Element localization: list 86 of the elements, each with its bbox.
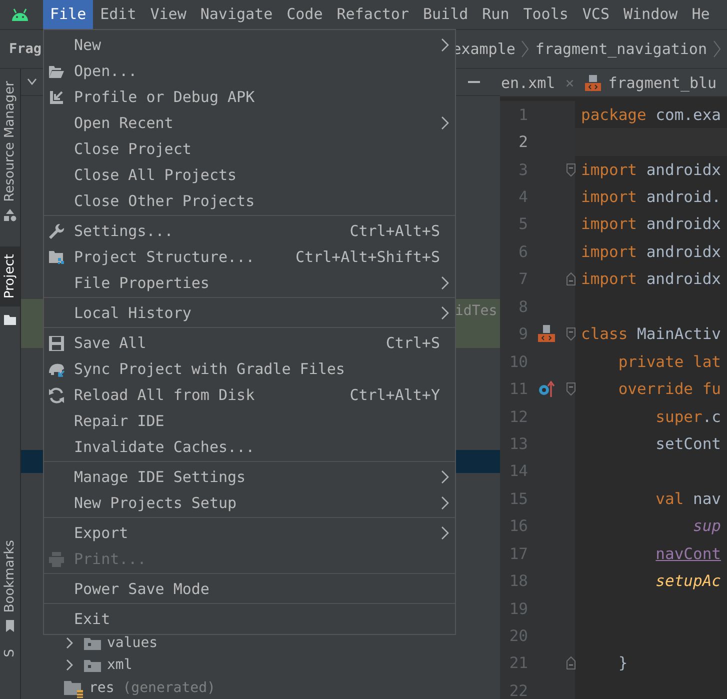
menu-item[interactable]: He <box>684 0 717 29</box>
tree-item-note: (generated) <box>122 680 216 696</box>
tree-item-label[interactable]: values <box>107 634 158 651</box>
code-line: sup <box>692 517 721 536</box>
menu-item[interactable]: Sync Project with Gradle Files <box>74 360 345 378</box>
chevron-icon <box>66 636 74 649</box>
tree-item-label[interactable]: res <box>89 680 114 696</box>
folder-icon <box>84 636 101 650</box>
code-line: class MainActiv <box>580 325 722 344</box>
menu-item[interactable]: Repair IDE <box>74 412 164 430</box>
chevron-icon <box>66 659 74 672</box>
line-number: 2 <box>518 133 528 152</box>
tool-window-tab[interactable]: S <box>0 648 20 658</box>
code-line: val nav <box>654 490 721 508</box>
shortcut-label: Ctrl+Alt+Shift+S <box>296 248 440 266</box>
project-structure-icon <box>48 248 65 266</box>
code-line: import androidx <box>580 160 721 179</box>
code-line: setCont <box>654 434 721 453</box>
menu-item[interactable]: Tools <box>516 0 576 29</box>
code-line: navCont <box>654 544 721 563</box>
menu-item[interactable]: View <box>143 0 194 29</box>
chevron-icon <box>521 40 530 58</box>
code-line: override fu <box>617 380 721 398</box>
menu-item[interactable]: File Properties <box>74 274 210 292</box>
menu-item[interactable]: Power Save Mode <box>74 580 210 598</box>
menu-item[interactable]: Exit <box>74 610 110 628</box>
shapes-icon <box>3 208 17 222</box>
menu-item[interactable]: Close Other Projects <box>74 192 255 210</box>
project-name[interactable]: Frag <box>0 41 42 57</box>
menu-item[interactable]: Open... <box>74 62 138 80</box>
shortcut-label: Ctrl+S <box>386 334 440 352</box>
code-line: private lat <box>617 352 721 371</box>
refresh-icon <box>48 386 65 404</box>
menu-item[interactable]: Settings... <box>74 222 174 240</box>
shortcut-label: Ctrl+Alt+S <box>350 222 440 240</box>
menu-item[interactable]: Open Recent <box>74 114 174 132</box>
editor-tab[interactable]: fragment_blu <box>584 69 727 96</box>
editor-tab[interactable]: en.xml × <box>500 69 584 96</box>
arrow-corner-icon <box>48 88 65 106</box>
menu-item[interactable]: Profile or Debug APK <box>74 88 255 106</box>
menu-item[interactable]: Project Structure... <box>74 248 255 266</box>
chevron-down-icon <box>27 78 37 86</box>
menu-item[interactable]: New <box>74 36 102 54</box>
code-line: import androidx <box>580 215 721 234</box>
menu-item[interactable]: Refactor <box>330 0 416 29</box>
code-line: } <box>617 654 628 672</box>
menu-item[interactable]: Manage IDE Settings <box>74 468 246 486</box>
folder-icon <box>84 658 101 672</box>
tree-item-label[interactable]: xml <box>107 657 132 674</box>
shortcut-label: Ctrl+Alt+Y <box>350 386 440 404</box>
save-icon <box>48 334 65 352</box>
menu-item[interactable]: Window <box>616 0 685 29</box>
layout-file-icon <box>537 325 555 344</box>
chevron-icon <box>713 40 721 58</box>
menu-item[interactable]: Save All <box>74 334 146 352</box>
menu-item[interactable]: Code <box>280 0 330 29</box>
code-line: import androidx <box>580 242 721 261</box>
menu-item[interactable]: Edit <box>93 0 144 29</box>
menu-item[interactable]: Close All Projects <box>74 166 237 184</box>
tool-window-tab[interactable]: Resource Manager <box>0 81 20 202</box>
folder-icon <box>3 312 17 326</box>
tool-window-tab[interactable]: Project <box>0 246 20 306</box>
menu-item[interactable]: New Projects Setup <box>74 494 237 512</box>
menu-item[interactable]: Invalidate Caches... <box>74 438 255 456</box>
menu-item[interactable]: VCS <box>575 0 616 29</box>
code-line: setupAc <box>654 572 721 590</box>
menu-item[interactable]: Local History <box>74 304 192 322</box>
xml-file-icon <box>585 74 602 90</box>
menu-item[interactable]: Export <box>74 524 128 542</box>
menu-item[interactable]: Build <box>416 0 476 29</box>
menu-item[interactable]: Close Project <box>74 140 192 158</box>
code-line: import androidx <box>580 270 721 288</box>
breadcrumb[interactable]: fragment_navigation <box>535 40 707 58</box>
code-line: super.c <box>654 408 721 426</box>
code-line: package com.exa <box>580 106 721 124</box>
menu-item[interactable]: File <box>43 0 94 29</box>
menu-item[interactable]: Reload All from Disk <box>74 386 255 404</box>
menu-item[interactable]: Navigate <box>193 0 280 29</box>
printer-icon <box>48 550 65 568</box>
bookmark-icon <box>3 618 17 633</box>
android-robot-icon <box>10 8 30 22</box>
code-line: import android. <box>580 188 721 206</box>
override-icon <box>537 380 555 398</box>
tool-window-tab[interactable]: Bookmarks <box>0 540 20 613</box>
menu-item[interactable]: Run <box>475 0 516 29</box>
wrench-icon <box>48 222 65 240</box>
